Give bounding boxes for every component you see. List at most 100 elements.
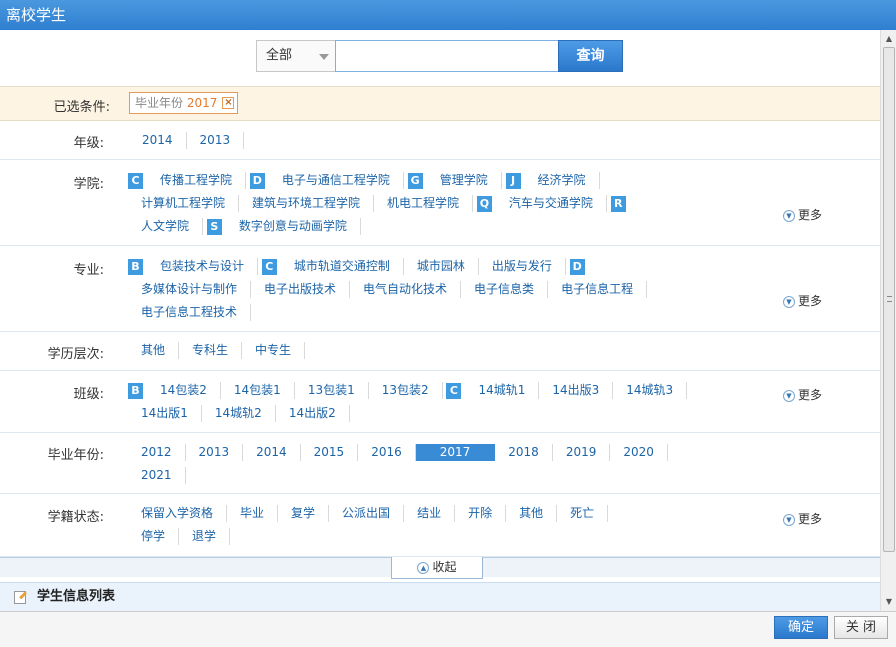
letter-index-g[interactable]: G xyxy=(407,172,423,189)
level-option[interactable]: 专科生 xyxy=(179,342,243,359)
close-icon[interactable]: × xyxy=(222,97,235,109)
student-list-header: 学生信息列表 xyxy=(0,582,880,611)
class-option[interactable]: 13包装1 xyxy=(295,382,369,399)
scroll-down-icon[interactable]: ▼ xyxy=(881,595,896,609)
class-option[interactable]: 14出版2 xyxy=(276,405,350,422)
gradyear-option[interactable]: 2015 xyxy=(301,444,359,461)
class-option[interactable]: 14包装2 xyxy=(147,382,221,399)
class-option[interactable]: 14城轨2 xyxy=(202,405,276,422)
gradyear-option[interactable]: 2021 xyxy=(128,467,186,484)
search-button[interactable]: 查询 xyxy=(558,40,623,72)
close-button[interactable]: 关 闭 xyxy=(834,616,888,639)
level-option[interactable]: 中专生 xyxy=(242,342,306,359)
more-button[interactable]: ▼ 更多 xyxy=(783,510,822,527)
major-option[interactable]: 城市园林 xyxy=(404,258,479,275)
gradyear-option[interactable]: 2016 xyxy=(358,444,416,461)
chevron-down-icon xyxy=(319,54,329,60)
letter-index-d[interactable]: D xyxy=(569,258,585,275)
dialog-footer: 确定 关 闭 xyxy=(0,611,896,647)
college-option[interactable]: 汽车与交通学院 xyxy=(496,195,607,212)
college-option[interactable]: 机电工程学院 xyxy=(374,195,474,212)
status-option[interactable]: 死亡 xyxy=(557,505,609,522)
status-option[interactable]: 停学 xyxy=(128,528,180,545)
college-option[interactable]: 传播工程学院 xyxy=(147,172,247,189)
major-option[interactable]: 电子出版技术 xyxy=(251,281,351,298)
letter-index-d[interactable]: D xyxy=(249,172,265,189)
scroll-up-icon[interactable]: ▲ xyxy=(881,32,896,46)
college-option[interactable]: 经济学院 xyxy=(525,172,600,189)
status-option[interactable]: 结业 xyxy=(404,505,456,522)
gradyear-option[interactable]: 2012 xyxy=(128,444,186,461)
class-option[interactable]: 14城轨3 xyxy=(613,382,688,399)
window-title: 离校学生 xyxy=(0,0,896,30)
grade-option[interactable]: 2013 xyxy=(187,132,245,149)
class-option[interactable]: 14包装1 xyxy=(221,382,295,399)
filter-panel: 全部 查询 已选条件: 毕业年份 2017 × 年级: 2014 2013 学院:… xyxy=(0,30,880,611)
major-option[interactable]: 电子信息工程技术 xyxy=(128,304,252,321)
grade-option[interactable]: 2014 xyxy=(129,132,187,149)
major-option[interactable]: 电子信息工程 xyxy=(548,281,648,298)
gradyear-option[interactable]: 2019 xyxy=(553,444,611,461)
status-option[interactable]: 保留入学资格 xyxy=(128,505,228,522)
edit-icon xyxy=(14,591,26,604)
search-input[interactable] xyxy=(335,40,559,72)
row-label-level: 学历层次: xyxy=(47,347,104,362)
college-option[interactable]: 建筑与环境工程学院 xyxy=(239,195,375,212)
gradyear-option[interactable]: 2018 xyxy=(495,444,553,461)
search-scope-value: 全部 xyxy=(266,48,293,63)
status-option[interactable]: 复学 xyxy=(278,505,330,522)
letter-index-b[interactable]: B xyxy=(128,382,143,399)
major-option[interactable]: 包装技术与设计 xyxy=(147,258,259,275)
class-option[interactable]: 14出版3 xyxy=(539,382,614,399)
letter-index-q[interactable]: Q xyxy=(476,195,492,212)
college-option[interactable]: 计算机工程学院 xyxy=(128,195,240,212)
letter-index-c[interactable]: C xyxy=(261,258,277,275)
chip-value: 2017 xyxy=(186,96,218,110)
collapse-button[interactable]: ▲ 收起 xyxy=(391,557,483,579)
status-option[interactable]: 毕业 xyxy=(227,505,279,522)
gradyear-option[interactable]: 2013 xyxy=(186,444,244,461)
letter-index-j[interactable]: J xyxy=(505,172,521,189)
letter-index-c[interactable]: C xyxy=(128,172,143,189)
status-option[interactable]: 其他 xyxy=(506,505,558,522)
college-option[interactable]: 电子与通信工程学院 xyxy=(269,172,404,189)
vertical-scrollbar[interactable]: ▲ ▼ xyxy=(880,30,896,611)
gradyear-option[interactable]: 2020 xyxy=(610,444,668,461)
status-option[interactable]: 公派出国 xyxy=(329,505,405,522)
letter-index-s[interactable]: S xyxy=(206,218,222,235)
student-list-title: 学生信息列表 xyxy=(37,589,116,604)
letter-index-c[interactable]: C xyxy=(446,382,462,399)
college-option[interactable]: 人文学院 xyxy=(128,218,204,235)
level-option[interactable]: 其他 xyxy=(128,342,180,359)
scroll-thumb[interactable] xyxy=(883,47,895,552)
more-button[interactable]: ▼ 更多 xyxy=(783,292,822,309)
major-option[interactable]: 多媒体设计与制作 xyxy=(128,281,252,298)
gradyear-option[interactable]: 2014 xyxy=(243,444,301,461)
major-option[interactable]: 城市轨道交通控制 xyxy=(281,258,404,275)
status-option[interactable]: 退学 xyxy=(179,528,231,545)
status-option[interactable]: 开除 xyxy=(455,505,507,522)
row-label-college: 学院: xyxy=(73,177,104,192)
letter-index-r[interactable]: R xyxy=(610,195,626,212)
chevron-up-icon: ▲ xyxy=(417,561,430,574)
more-button[interactable]: ▼ 更多 xyxy=(783,206,822,223)
search-scope-select[interactable]: 全部 xyxy=(256,40,336,72)
class-option[interactable]: 13包装2 xyxy=(369,382,443,399)
major-option[interactable]: 电子信息类 xyxy=(461,281,549,298)
college-option[interactable]: 数字创意与动画学院 xyxy=(226,218,361,235)
row-label-grade: 年级: xyxy=(73,136,104,151)
major-option[interactable]: 电气自动化技术 xyxy=(350,281,462,298)
major-option[interactable]: 出版与发行 xyxy=(479,258,566,275)
college-option[interactable]: 管理学院 xyxy=(427,172,502,189)
letter-index-b[interactable]: B xyxy=(128,258,143,275)
selected-chip[interactable]: 毕业年份 2017 × xyxy=(129,92,239,114)
confirm-button[interactable]: 确定 xyxy=(774,616,828,639)
more-button[interactable]: ▼ 更多 xyxy=(783,386,822,403)
row-label-major: 专业: xyxy=(73,263,104,278)
gradyear-option-selected[interactable]: 2017 xyxy=(415,444,496,461)
class-option[interactable]: 14城轨1 xyxy=(465,382,540,399)
filter-row-class: 班级: B 14包装2 14包装1 13包装1 13包装2 C 14城轨1 14出版3 14城… xyxy=(0,371,880,433)
selected-conditions-label: 已选条件: xyxy=(53,100,110,115)
chip-name: 毕业年份 xyxy=(135,96,184,110)
class-option[interactable]: 14出版1 xyxy=(128,405,202,422)
